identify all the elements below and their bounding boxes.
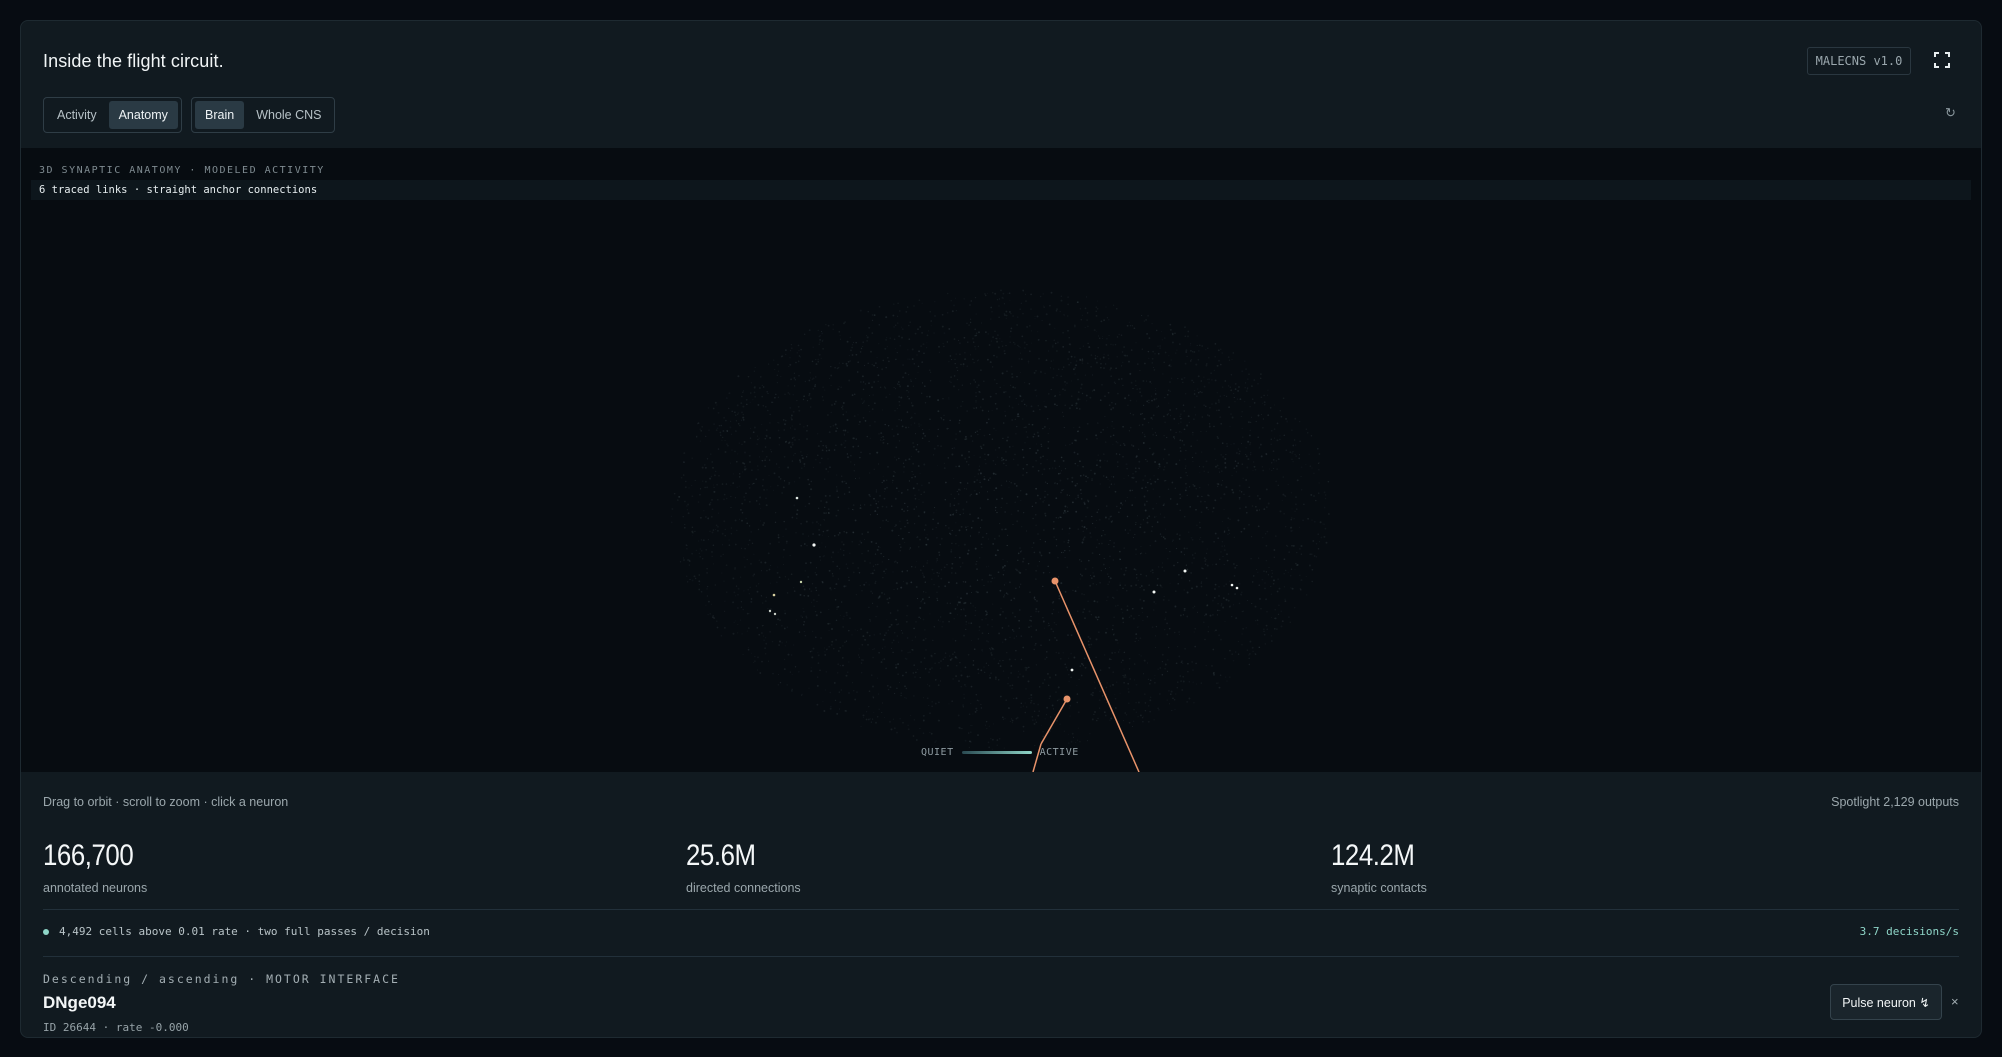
- anchor-neuron[interactable]: [1063, 695, 1071, 703]
- stat-label: annotated neurons: [43, 881, 148, 895]
- neuron-category: Descending / ascending · MOTOR INTERFACE: [43, 972, 400, 986]
- spotlight-count: Spotlight 2,129 outputs: [1831, 795, 1959, 809]
- stat-label: synaptic contacts: [1331, 881, 1427, 895]
- neuron-point[interactable]: [1183, 569, 1187, 573]
- stat-value: 124.2M: [1331, 839, 1415, 872]
- stat-connections: 25.6M directed connections: [686, 839, 801, 895]
- traced-links: [1032, 577, 1140, 772]
- stat-neurons: 166,700 annotated neurons: [43, 839, 148, 895]
- tab-anatomy[interactable]: Anatomy: [108, 101, 178, 129]
- neuron-meta: ID 26644 · rate -0.000: [43, 1021, 189, 1034]
- view-mode-toggle: Activity Anatomy: [43, 97, 182, 133]
- activity-summary-text: 4,492 cells above 0.01 rate · two full p…: [59, 925, 430, 938]
- page-title: Inside the flight circuit.: [43, 51, 224, 71]
- tab-activity[interactable]: Activity: [47, 101, 107, 129]
- stat-value: 25.6M: [686, 839, 756, 872]
- stat-value: 166,700: [43, 839, 134, 872]
- neuron-point[interactable]: [795, 496, 799, 500]
- divider: [43, 956, 1959, 957]
- neuron-point[interactable]: [1152, 590, 1156, 594]
- neuron-point[interactable]: [772, 593, 776, 597]
- neuron-point[interactable]: [1235, 586, 1239, 590]
- neuron-point[interactable]: [812, 543, 816, 547]
- traced-link: [1040, 698, 1068, 745]
- dataset-version-badge[interactable]: MALECNS v1.0: [1807, 47, 1911, 75]
- interaction-hint: Drag to orbit · scroll to zoom · click a…: [43, 795, 289, 809]
- legend-gradient: [961, 751, 1032, 754]
- neuron-point[interactable]: [773, 612, 777, 616]
- viewport-caption: 3D SYNAPTIC ANATOMY · MODELED ACTIVITY: [39, 165, 325, 176]
- scope-toggle: Brain Whole CNS: [191, 97, 336, 133]
- neuron-point[interactable]: [799, 580, 803, 584]
- tab-whole-cns[interactable]: Whole CNS: [246, 101, 331, 129]
- tab-brain[interactable]: Brain: [195, 101, 245, 129]
- divider: [43, 909, 1959, 910]
- flight-circuit-panel: Inside the flight circuit. MALECNS v1.0 …: [20, 20, 1982, 1038]
- highlighted-neurons: [768, 496, 1239, 672]
- status-dot-icon: [43, 928, 49, 935]
- decision-rate: 3.7 decisions/s: [1859, 925, 1959, 938]
- pulse-neuron-button[interactable]: Pulse neuron ↯: [1830, 984, 1942, 1020]
- stat-label: directed connections: [686, 881, 801, 895]
- neuron-cloud[interactable]: [21, 148, 1981, 772]
- neuron-point[interactable]: [1070, 668, 1074, 672]
- neuron-name: DNge094: [43, 993, 116, 1012]
- close-icon[interactable]: ×: [1951, 994, 1959, 1009]
- anchor-neuron[interactable]: [1051, 577, 1059, 585]
- neuron-point[interactable]: [1230, 583, 1234, 587]
- traced-link: [1054, 580, 1140, 772]
- anatomy-viewport[interactable]: 3D SYNAPTIC ANATOMY · MODELED ACTIVITY 6…: [21, 148, 1981, 772]
- refresh-icon[interactable]: ↻: [1945, 105, 1956, 121]
- stat-contacts: 124.2M synaptic contacts: [1331, 839, 1428, 895]
- activity-legend: QUIET ACTIVE: [921, 747, 1079, 758]
- neuron-point[interactable]: [768, 609, 772, 613]
- fullscreen-icon[interactable]: [1933, 51, 1951, 69]
- legend-active-label: ACTIVE: [1039, 747, 1079, 758]
- legend-quiet-label: QUIET: [921, 747, 954, 758]
- trace-status: 6 traced links · straight anchor connect…: [31, 180, 1971, 200]
- activity-summary: 4,492 cells above 0.01 rate · two full p…: [43, 925, 430, 938]
